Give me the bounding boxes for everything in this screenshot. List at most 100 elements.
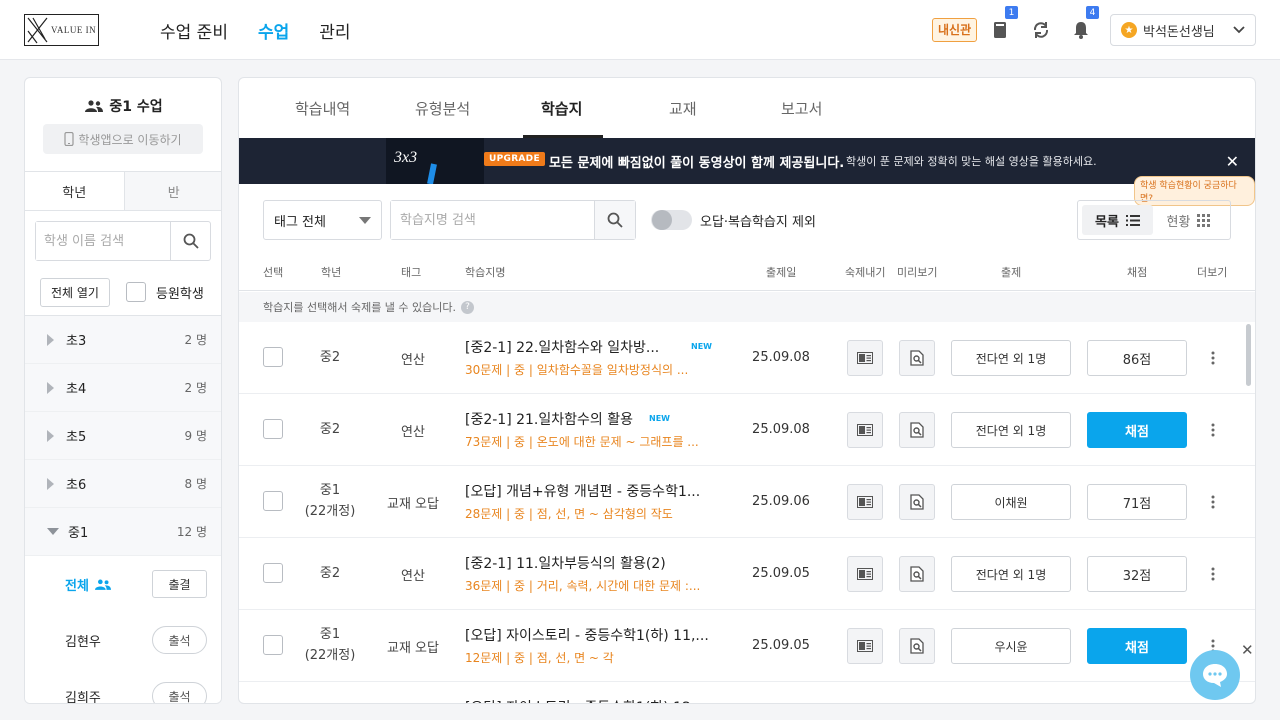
worksheet-title[interactable]: [중2-1] 22.일차함수와 일차방... xyxy=(465,337,715,357)
grade-row[interactable]: 초4 2 명 xyxy=(25,364,221,412)
more-icon[interactable] xyxy=(1204,420,1222,440)
score-button[interactable]: 71점 xyxy=(1087,484,1187,520)
assign-button[interactable]: 전다연 외 1명 xyxy=(951,340,1071,376)
tab-grade[interactable]: 학년 xyxy=(25,172,124,210)
tab-textbook[interactable]: 교재 xyxy=(669,98,697,119)
worksheet-search-input[interactable] xyxy=(391,201,594,239)
tab-study-history[interactable]: 학습내역 xyxy=(295,98,350,119)
assign-button[interactable]: 전다연 외 1명 xyxy=(951,412,1071,448)
assign-button[interactable]: 전다연 외 1명 xyxy=(951,556,1071,592)
more-icon[interactable] xyxy=(1204,492,1222,512)
close-chat-icon[interactable]: ✕ xyxy=(1241,641,1254,659)
row-checkbox[interactable] xyxy=(263,563,283,583)
school-exam-badge[interactable]: 내신관 xyxy=(932,18,978,42)
preview-button[interactable] xyxy=(899,628,935,664)
homework-button[interactable] xyxy=(847,412,883,448)
homework-button[interactable] xyxy=(847,556,883,592)
worksheet-title[interactable]: [중2-1] 21.일차함수의 활용 xyxy=(465,409,715,429)
student-search-input[interactable] xyxy=(36,222,170,260)
nav-class-prep[interactable]: 수업 준비 xyxy=(160,18,228,43)
homework-button[interactable] xyxy=(847,628,883,664)
grade-button[interactable]: 채점 xyxy=(1087,412,1187,448)
homework-button[interactable] xyxy=(847,484,883,520)
chat-button[interactable] xyxy=(1190,650,1240,700)
user-menu[interactable]: ★ 박석돈선생님 xyxy=(1110,14,1256,46)
preview-button[interactable] xyxy=(899,556,935,592)
row-checkbox[interactable] xyxy=(263,635,283,655)
sync-icon[interactable] xyxy=(1031,20,1051,40)
table-row[interactable]: 중2 연산 [중2-1] 22.일차함수와 일차방... NEW 30문제 | 중 | … xyxy=(239,322,1255,394)
grade-list: 초3 2 명 초4 2 명 초5 9 명 초6 8 명 중1 12 명 전체 출결 김현우… xyxy=(25,315,221,703)
table-row[interactable]: 중1 [오답] 자이스토리 - 중등수학1(하) 12... xyxy=(239,682,1255,703)
assign-button[interactable]: 이채원 xyxy=(951,484,1071,520)
logo-mark-icon xyxy=(27,17,48,44)
grade-name: 중1 xyxy=(68,526,89,541)
grade-row-expanded[interactable]: 중1 12 명 xyxy=(25,508,221,556)
book-icon[interactable]: 1 xyxy=(990,6,1018,40)
score-button[interactable]: 86점 xyxy=(1087,340,1187,376)
student-row-all[interactable]: 전체 출결 xyxy=(25,556,221,612)
worksheet-summary: 28문제 | 중 | 점, 선, 면 ~ 삼각형의 작도 xyxy=(465,507,673,521)
tab-class[interactable]: 반 xyxy=(123,172,221,210)
exclude-wrong-toggle[interactable] xyxy=(651,210,692,230)
preview-icon xyxy=(910,638,924,654)
student-row[interactable]: 김희주 출석 xyxy=(25,668,221,703)
row-checkbox[interactable] xyxy=(263,419,283,439)
move-to-student-app-button[interactable]: 학생앱으로 이동하기 xyxy=(43,124,203,154)
present-button[interactable]: 출석 xyxy=(152,626,207,654)
banner-logo-text: 3x3 xyxy=(393,149,417,166)
bell-icon[interactable]: 4 xyxy=(1071,6,1099,40)
worksheet-title[interactable]: [오답] 자이스토리 - 중등수학1(하) 11,... xyxy=(465,625,715,645)
grade-count: 12 명 xyxy=(176,525,207,539)
enrolled-checkbox[interactable] xyxy=(126,282,146,302)
search-button[interactable] xyxy=(594,201,635,239)
grade-row[interactable]: 초3 2 명 xyxy=(25,316,221,364)
grade-name: 초4 xyxy=(66,382,87,397)
nav-manage[interactable]: 관리 xyxy=(319,18,350,43)
preview-button[interactable] xyxy=(899,412,935,448)
help-icon[interactable]: ? xyxy=(461,300,475,314)
row-checkbox[interactable] xyxy=(263,491,283,511)
grade-row[interactable]: 초6 8 명 xyxy=(25,460,221,508)
more-icon[interactable] xyxy=(1204,564,1222,584)
preview-button[interactable] xyxy=(899,340,935,376)
worksheet-title[interactable]: [중2-1] 11.일차부등식의 활용(2) xyxy=(465,553,715,573)
open-all-button[interactable]: 전체 열기 xyxy=(40,278,110,307)
preview-button[interactable] xyxy=(899,484,935,520)
valuein-logo[interactable]: VALUE IN xyxy=(24,14,99,46)
score-button[interactable]: 32점 xyxy=(1087,556,1187,592)
col-select: 선택 xyxy=(263,266,284,279)
present-button[interactable]: 출석 xyxy=(152,682,207,703)
upgrade-banner[interactable]: 3x3 UPGRADE 모든 문제에 빠짐없이 풀이 동영상이 함께 제공됩니다… xyxy=(239,138,1255,185)
grade-row[interactable]: 초5 9 명 xyxy=(25,412,221,460)
worksheet-title[interactable]: [오답] 개념+유형 개념편 - 중등수학1... xyxy=(465,481,715,501)
list-view-button[interactable]: 목록 xyxy=(1082,205,1153,235)
worksheet-title[interactable]: [오답] 자이스토리 - 중등수학1(하) 12... xyxy=(465,697,715,703)
banner-title: 모든 문제에 빠짐없이 풀이 동영상이 함께 제공됩니다. xyxy=(549,156,845,171)
table-row[interactable]: 중2 연산 [중2-1] 11.일차부등식의 활용(2) 36문제 | 중 | 거리,… xyxy=(239,538,1255,610)
notification-count-badge: 4 xyxy=(1086,6,1099,19)
grade-button[interactable]: 채점 xyxy=(1087,628,1187,664)
row-checkbox[interactable] xyxy=(263,347,283,367)
table-row[interactable]: 중1 (22개정) 교재 오답 [오답] 자이스토리 - 중등수학1(하) 11,.… xyxy=(239,610,1255,682)
scrollbar[interactable] xyxy=(1246,324,1251,386)
table-row[interactable]: 중2 연산 [중2-1] 21.일차함수의 활용 NEW 73문제 | 중 | 온도에 … xyxy=(239,394,1255,466)
row-grade: 중1 (22개정) xyxy=(304,627,356,663)
table-row[interactable]: 중1 (22개정) 교재 오답 [오답] 개념+유형 개념편 - 중등수학1... 2… xyxy=(239,466,1255,538)
more-icon[interactable] xyxy=(1204,348,1222,368)
student-row[interactable]: 김현우 출석 xyxy=(25,612,221,668)
main-tabs: 학습내역 유형분석 학습지 교재 보고서 xyxy=(239,78,1255,138)
nav-class[interactable]: 수업 xyxy=(258,18,289,43)
status-view-button[interactable]: 현황 xyxy=(1153,205,1224,235)
search-button[interactable] xyxy=(170,222,210,260)
tab-type-analysis[interactable]: 유형분석 xyxy=(415,98,470,119)
status-view-label: 현황 xyxy=(1166,214,1191,230)
close-banner-icon[interactable]: ✕ xyxy=(1226,152,1239,171)
row-date: 25.09.08 xyxy=(752,350,810,365)
attendance-button[interactable]: 출결 xyxy=(152,570,207,598)
assign-button[interactable]: 우시윤 xyxy=(951,628,1071,664)
tab-worksheet[interactable]: 학습지 xyxy=(541,98,582,119)
tab-report[interactable]: 보고서 xyxy=(781,98,822,119)
homework-button[interactable] xyxy=(847,340,883,376)
tag-select[interactable]: 태그 전체 xyxy=(263,200,382,240)
